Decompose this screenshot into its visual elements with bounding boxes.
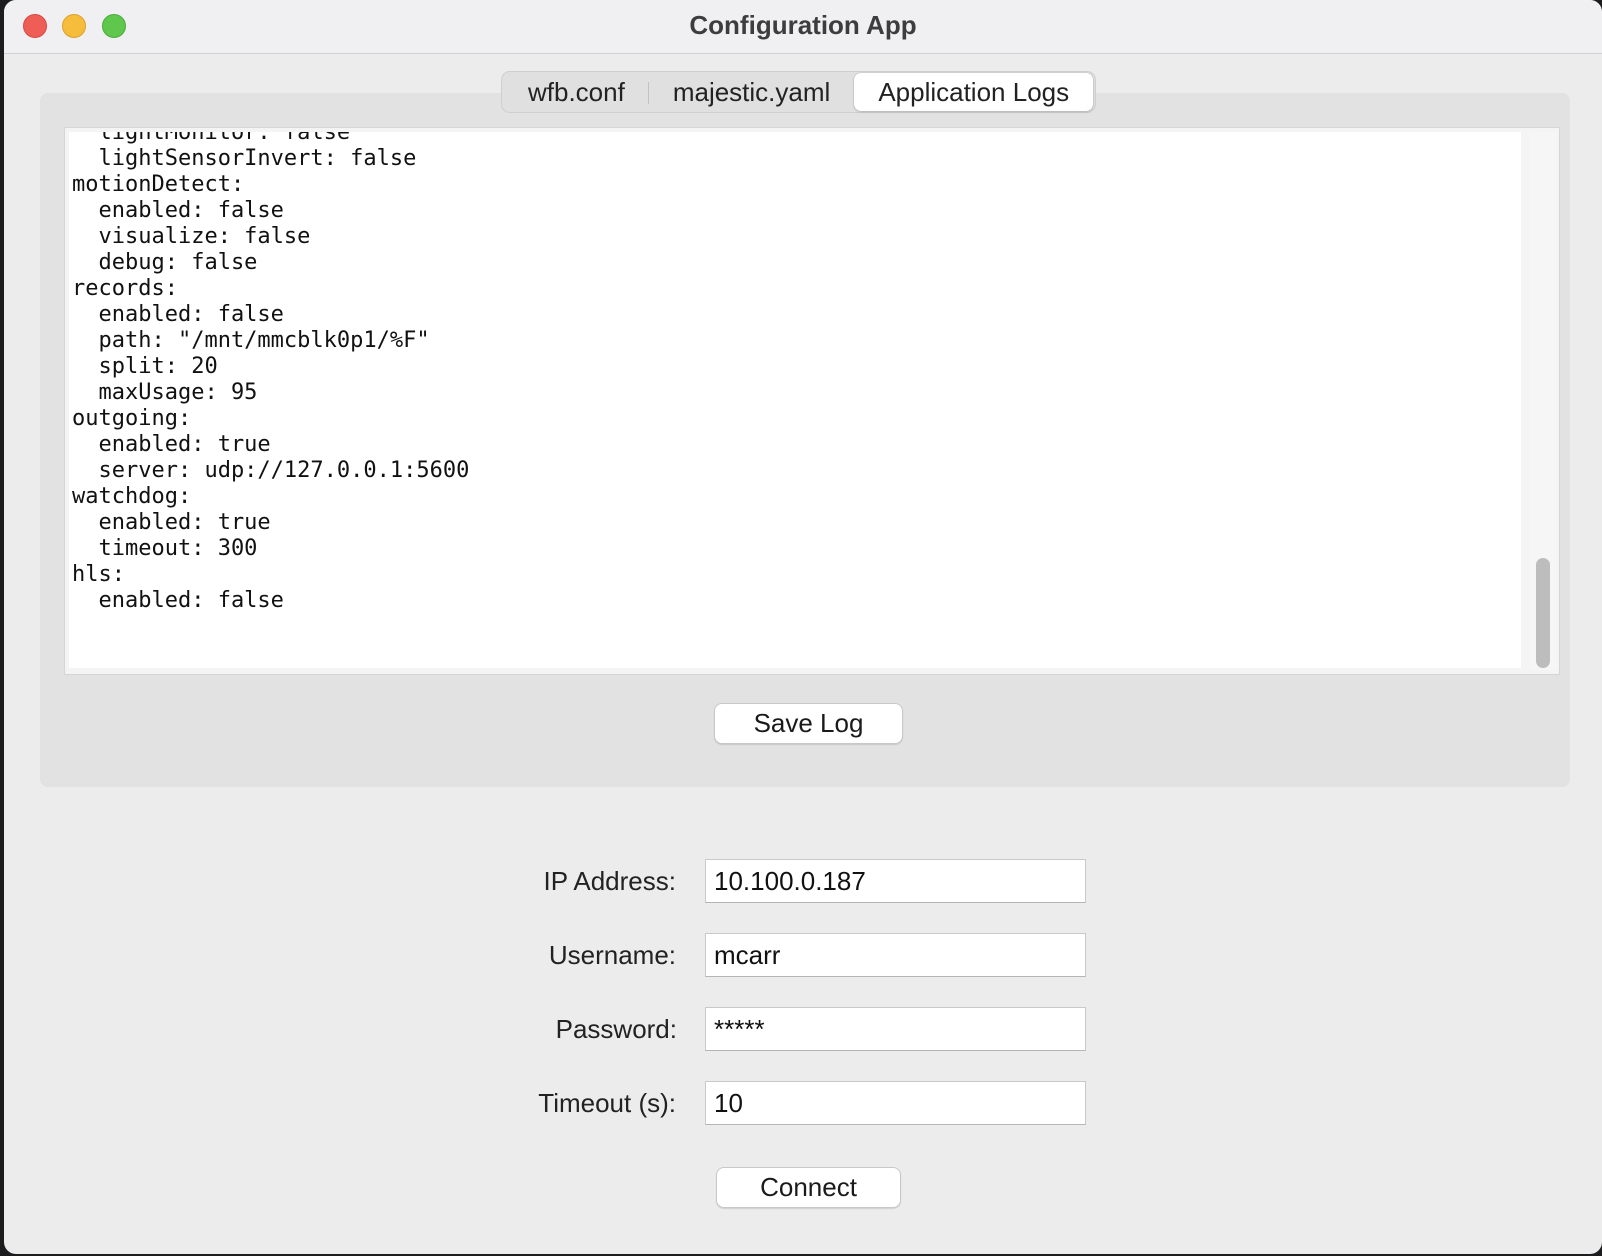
window-title: Configuration App <box>689 10 917 40</box>
username-row: Username: <box>4 933 1602 977</box>
password-input[interactable] <box>705 1007 1086 1051</box>
log-viewer: lightMonitor: false lightSensorInvert: f… <box>64 127 1560 675</box>
log-scrollbar[interactable] <box>1529 132 1557 670</box>
timeout-input[interactable] <box>705 1081 1086 1125</box>
ip-address-label: IP Address: <box>543 866 677 896</box>
ip-address-input[interactable] <box>705 859 1086 903</box>
log-content: lightMonitor: false lightSensorInvert: f… <box>72 132 470 613</box>
log-scroll-thumb[interactable] <box>1536 558 1550 668</box>
tab-majestic-yaml[interactable]: majestic.yaml <box>649 73 854 111</box>
password-row: Password: <box>4 1007 1602 1051</box>
tab-wfb-conf[interactable]: wfb.conf <box>504 73 649 111</box>
app-window: Configuration App wfb.conf majestic.yaml… <box>4 0 1602 1254</box>
tab-bar: wfb.conf majestic.yaml Application Logs <box>501 71 1097 113</box>
save-log-button[interactable]: Save Log <box>714 703 903 744</box>
password-label: Password: <box>555 1014 677 1044</box>
timeout-label: Timeout (s): <box>538 1088 676 1118</box>
username-label: Username: <box>548 940 676 970</box>
ip-address-row: IP Address: <box>4 859 1602 903</box>
log-text-area[interactable]: lightMonitor: false lightSensorInvert: f… <box>69 132 1521 668</box>
timeout-row: Timeout (s): <box>4 1081 1602 1125</box>
username-input[interactable] <box>705 933 1086 977</box>
title-bar: Configuration App <box>4 0 1602 54</box>
tab-application-logs[interactable]: Application Logs <box>854 73 1094 111</box>
connect-button[interactable]: Connect <box>716 1167 901 1208</box>
